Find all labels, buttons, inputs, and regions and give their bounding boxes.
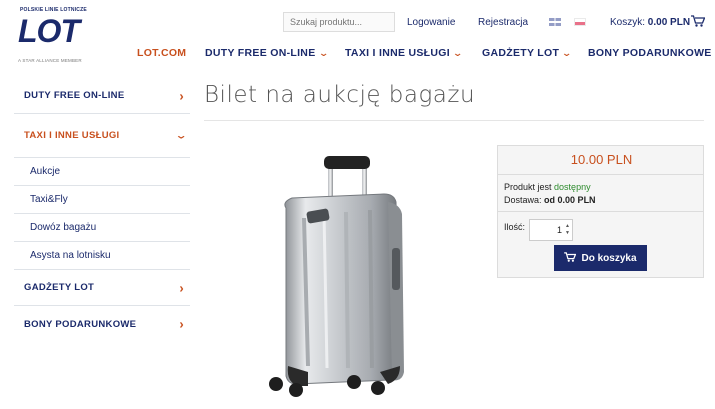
sidebar-item-label: DUTY FREE ON-LINE [24,90,125,101]
nav-gift-vouchers[interactable]: BONY PODARUNKOWE [588,47,712,59]
sidebar-item-label: Asysta na lotnisku [30,250,111,261]
availability-value: dostępny [554,182,591,192]
category-sidebar: DUTY FREE ON-LINE › TAXI I INNE USŁUGI ⌄… [14,78,190,342]
register-link[interactable]: Rejestracja [478,17,528,28]
en-flag-icon[interactable] [549,18,561,26]
search-input[interactable] [283,12,395,32]
availability-label: Produkt jest [504,182,552,192]
sidebar-subitem-taxi-fly[interactable]: Taxi&Fly [14,186,190,214]
chevron-down-icon: ⌄ [317,48,329,58]
shipping-value: od 0.00 PLN [544,195,596,205]
main-navigation: LOT.COM DUTY FREE ON-LINE ⌄ TAXI I INNE U… [0,44,715,64]
sidebar-item-taxi[interactable]: TAXI I INNE USŁUGI ⌄ [14,114,190,158]
spinner-arrows-icon[interactable]: ▲ ▼ [564,223,570,237]
sidebar-item-gift-vouchers[interactable]: BONY PODARUNKOWE › [14,306,190,342]
sidebar-item-label: Dowóz bagażu [30,222,97,233]
cart-icon[interactable] [691,15,706,27]
shipping-label: Dostawa: [504,195,542,205]
nav-gadgets[interactable]: GADŻETY LOT ⌄ [482,47,573,59]
sidebar-item-label: GADŻETY LOT [24,282,95,293]
chevron-right-icon: › [179,88,184,103]
availability-info: Produkt jest dostępny [504,182,591,192]
shipping-info: Dostawa: od 0.00 PLN [504,195,596,205]
page-title: Bilet na aukcję bagażu [204,82,476,108]
nav-duty-free[interactable]: DUTY FREE ON-LINE ⌄ [205,47,329,59]
product-image[interactable] [204,140,484,409]
chevron-down-icon: ⌄ [561,48,573,58]
chevron-right-icon: › [179,280,184,295]
chevron-right-icon: › [179,316,184,332]
login-link[interactable]: Logowanie [407,17,455,28]
sidebar-subitem-auctions[interactable]: Aukcje [14,158,190,186]
cart-icon [564,251,577,265]
pl-flag-icon[interactable] [574,18,586,26]
product-price: 10.00 PLN [570,152,633,167]
quantity-value: 1 [556,225,562,235]
sidebar-subitem-baggage-delivery[interactable]: Dowóz bagażu [14,214,190,242]
sidebar-subitem-airport-assistance[interactable]: Asysta na lotnisku [14,242,190,270]
logo-wordmark: LOT [18,13,80,49]
sidebar-item-gadgets[interactable]: GADŻETY LOT › [14,270,190,306]
chevron-down-icon: ⌄ [452,48,464,58]
chevron-down-icon: ⌄ [175,130,189,141]
sidebar-item-label: BONY PODARUNKOWE [24,318,137,330]
purchase-box: 10.00 PLN Produkt jest dostępny Dostawa:… [497,145,704,278]
sidebar-item-label: Taxi&Fly [30,194,68,205]
nav-lotcom[interactable]: LOT.COM [137,47,186,59]
divider [498,211,703,212]
sidebar-item-label: TAXI I INNE USŁUGI [24,130,120,141]
divider [498,174,703,175]
sidebar-item-duty-free[interactable]: DUTY FREE ON-LINE › [14,78,190,114]
sidebar-item-label: Aukcje [30,166,61,177]
cart-label: Koszyk: [610,17,646,28]
quantity-stepper[interactable]: 1 ▲ ▼ [529,219,573,241]
divider [204,120,704,121]
add-to-cart-button[interactable]: Do koszyka [554,245,647,271]
header-cart[interactable]: Koszyk: 0.00 PLN [610,17,690,28]
add-to-cart-label: Do koszyka [581,252,637,264]
quantity-label: Ilość: [504,222,526,232]
cart-total: 0.00 PLN [647,17,691,28]
nav-taxi[interactable]: TAXI I INNE USŁUGI ⌄ [345,47,464,59]
